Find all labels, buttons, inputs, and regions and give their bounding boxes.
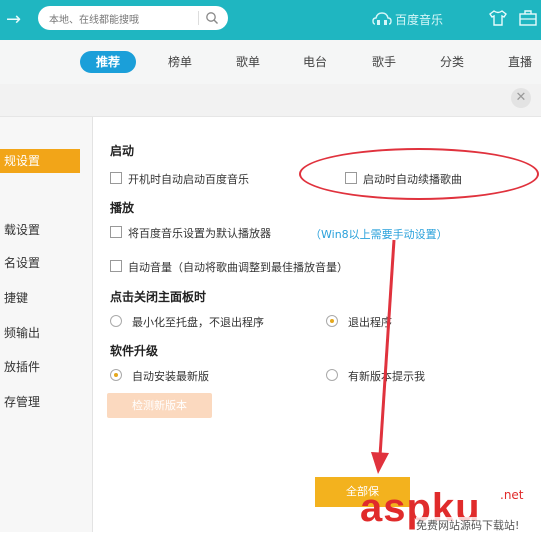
watermark-tagline: 免费网站源码下载站! — [416, 517, 520, 533]
annotation-arrow-icon — [371, 239, 396, 474]
watermark-tld: .net — [500, 488, 524, 502]
